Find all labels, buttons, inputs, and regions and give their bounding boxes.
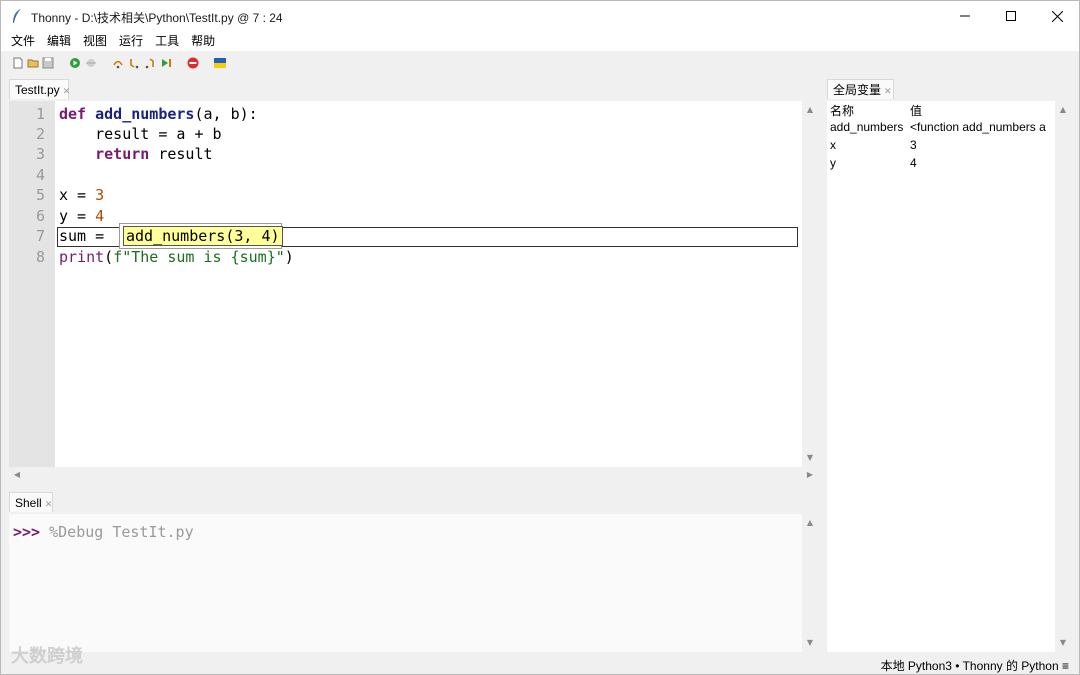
step-into-icon[interactable] [128, 57, 140, 69]
line-number: 4 [35, 166, 45, 184]
menu-bar: 文件 编辑 视图 运行 工具 帮助 [1, 31, 1079, 51]
line-number: 8 [35, 248, 45, 266]
menu-view[interactable]: 视图 [77, 31, 113, 51]
code-line-8: print(f"The sum is {sum}") [59, 248, 294, 266]
scroll-down-icon[interactable]: ▼ [1057, 638, 1069, 647]
shell-line: >>> %Debug TestIt.py [13, 523, 194, 541]
scroll-down-icon[interactable]: ▼ [804, 453, 816, 462]
line-number-gutter: 1 2 3 4 5 6 7 8 [9, 101, 55, 467]
scroll-down-icon[interactable]: ▼ [804, 638, 816, 647]
column-header-name[interactable]: 名称 [830, 102, 906, 119]
title-bar: Thonny - D:\技术相关\Python\TestIt.py @ 7 : … [1, 1, 1079, 31]
minimize-button[interactable] [942, 1, 988, 31]
save-icon[interactable] [42, 57, 54, 69]
editor-horizontal-scrollbar[interactable]: ◀ ▶ [9, 467, 819, 484]
code-line-5: x = 3 [59, 186, 105, 204]
menu-tools[interactable]: 工具 [149, 31, 185, 51]
variables-panel: 名称 值 add_numbers <function add_numbers a… [827, 101, 1071, 652]
close-icon [1051, 10, 1063, 22]
scroll-up-icon[interactable]: ▲ [804, 105, 816, 114]
line-number: 1 [35, 105, 45, 123]
code-line-7: sum = [59, 227, 114, 245]
shell-vertical-scrollbar[interactable]: ▲ ▼ [802, 514, 819, 652]
menu-run[interactable]: 运行 [113, 31, 149, 51]
maximize-icon [1006, 11, 1016, 21]
new-file-icon[interactable] [12, 57, 24, 69]
variable-name[interactable]: add_numbers [830, 120, 906, 134]
line-number: 6 [35, 207, 45, 225]
watermark-logo: 大数跨境 [11, 646, 83, 667]
scroll-left-icon[interactable]: ◀ [11, 470, 23, 479]
tab-label: TestIt.py [15, 83, 60, 97]
column-header-value[interactable]: 值 [910, 102, 1055, 119]
tab-label: Shell [15, 496, 42, 510]
tab-variables[interactable]: 全局变量 ✕ [827, 79, 894, 99]
step-over-icon[interactable] [112, 57, 124, 69]
variable-value[interactable]: 4 [910, 156, 1055, 170]
code-editor[interactable]: 1 2 3 4 5 6 7 8 def add_numbers(a, b): r… [9, 101, 819, 467]
thonny-feather-icon [13, 9, 21, 23]
tab-close-icon[interactable]: ✕ [884, 86, 892, 96]
resume-icon[interactable] [160, 57, 172, 69]
scroll-up-icon[interactable]: ▲ [804, 518, 816, 527]
code-line-1: def add_numbers(a, b): [59, 105, 258, 123]
menu-file[interactable]: 文件 [5, 31, 41, 51]
line-number: 2 [35, 125, 45, 143]
tab-shell[interactable]: Shell ✕ [9, 492, 53, 512]
scroll-right-icon[interactable]: ▶ [804, 470, 816, 479]
evaluation-popup: add_numbers(3, 4) [119, 223, 283, 249]
variable-name[interactable]: y [830, 156, 906, 170]
ukraine-flag-icon[interactable] [214, 57, 226, 69]
tab-close-icon[interactable]: ✕ [63, 86, 71, 96]
code-line-2: result = a + b [59, 125, 222, 143]
tab-label: 全局变量 [833, 83, 882, 97]
status-bar: 本地 Python3 • Thonny 的 Python ≡ [1, 654, 1079, 674]
shell-panel[interactable]: >>> %Debug TestIt.py ▲ ▼ [9, 514, 819, 652]
interpreter-status[interactable]: 本地 Python3 • Thonny 的 Python ≡ [881, 657, 1069, 674]
line-number: 3 [35, 145, 45, 163]
menu-edit[interactable]: 编辑 [41, 31, 77, 51]
shell-command: %Debug TestIt.py [40, 523, 194, 541]
debug-icon[interactable] [85, 57, 97, 69]
tab-testit[interactable]: TestIt.py ✕ [9, 79, 71, 99]
run-icon[interactable] [69, 57, 81, 69]
line-number: 5 [35, 186, 45, 204]
open-file-icon[interactable] [27, 57, 39, 69]
thonny-window: Thonny - D:\技术相关\Python\TestIt.py @ 7 : … [0, 0, 1080, 675]
variable-value[interactable]: <function add_numbers a [910, 120, 1055, 134]
tab-close-icon[interactable]: ✕ [45, 499, 53, 509]
variable-name[interactable]: x [830, 138, 906, 152]
code-line-6: y = 4 [59, 207, 105, 225]
editor-vertical-scrollbar[interactable]: ▲ ▼ [802, 101, 819, 467]
window-title: Thonny - D:\技术相关\Python\TestIt.py @ 7 : … [31, 11, 283, 25]
stop-icon[interactable] [187, 57, 199, 69]
line-number: 7 [35, 227, 45, 245]
shell-prompt: >>> [13, 523, 41, 541]
variable-value[interactable]: 3 [910, 138, 1055, 152]
menu-help[interactable]: 帮助 [185, 31, 221, 51]
evaluated-expression: add_numbers(3, 4) [123, 226, 283, 246]
toolbar [1, 51, 1079, 77]
close-button[interactable] [1034, 1, 1080, 31]
scroll-up-icon[interactable]: ▲ [1057, 105, 1069, 114]
maximize-button[interactable] [988, 1, 1034, 31]
minimize-icon [960, 15, 970, 17]
code-line-3: return result [95, 145, 213, 163]
variables-vertical-scrollbar[interactable]: ▲ ▼ [1055, 101, 1071, 652]
step-out-icon[interactable] [144, 57, 156, 69]
